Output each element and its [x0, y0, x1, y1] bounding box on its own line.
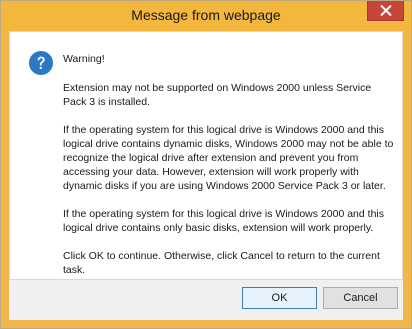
message-paragraph: Click OK to continue. Otherwise, click C… — [63, 250, 380, 276]
window-title: Message from webpage — [131, 7, 281, 23]
question-icon — [29, 51, 53, 75]
cancel-button[interactable]: Cancel — [323, 287, 398, 309]
message-paragraph: If the operating system for this logical… — [63, 208, 384, 234]
button-bar: OK Cancel — [9, 280, 403, 320]
close-icon — [380, 5, 392, 16]
close-button[interactable] — [367, 1, 404, 21]
dialog-window: Message from webpage Warning! Extension … — [0, 0, 412, 329]
message-text: Warning! Extension may not be supported … — [63, 52, 396, 291]
message-area: Warning! Extension may not be supported … — [9, 31, 403, 280]
message-paragraph: Extension may not be supported on Window… — [63, 82, 372, 108]
message-paragraph: If the operating system for this logical… — [63, 124, 394, 192]
title-bar[interactable]: Message from webpage — [1, 1, 411, 31]
warning-heading: Warning! — [63, 53, 105, 65]
ok-button[interactable]: OK — [242, 287, 317, 309]
